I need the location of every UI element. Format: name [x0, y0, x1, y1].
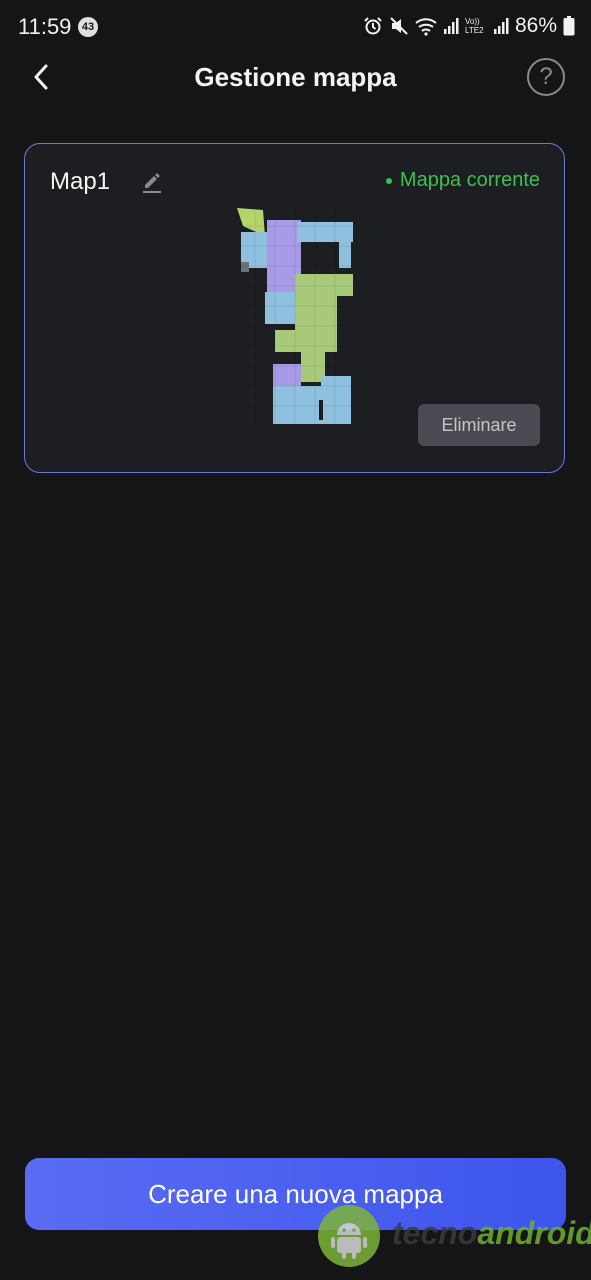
help-button[interactable]: ? — [527, 58, 565, 96]
watermark: tecnoandroid — [318, 1205, 591, 1267]
watermark-text-2: android — [477, 1215, 591, 1251]
notification-count-badge: 43 — [78, 17, 98, 37]
signal-icon — [443, 18, 459, 34]
room-blue-right-column — [339, 234, 351, 268]
battery-icon — [563, 16, 575, 36]
mute-icon — [390, 17, 408, 35]
room-green-top — [237, 208, 265, 236]
volte-label: Vo)) LTE2 — [464, 17, 484, 35]
status-bar: 11:59 43 Vo)) LTE2 86% — [0, 0, 591, 56]
map-dark-gap — [319, 400, 323, 420]
page-title: Gestione mappa — [194, 62, 397, 92]
map-name: Map1 — [50, 168, 111, 195]
alarm-icon — [364, 17, 382, 35]
watermark-text: tecnoandroid — [392, 1215, 591, 1252]
current-map-label: Mappa corrente — [399, 169, 540, 191]
room-purple-bottom — [273, 364, 301, 386]
map-card[interactable]: Map1 Mappa corrente Eliminare — [24, 143, 565, 473]
battery-percent: 86% — [514, 14, 557, 37]
room-green-corridor — [275, 330, 337, 352]
current-map-indicator: Mappa corrente — [385, 169, 540, 192]
edit-map-name-button[interactable] — [141, 170, 163, 194]
signal-icon-2 — [493, 18, 509, 34]
wifi-icon — [415, 18, 437, 36]
status-icons: Vo)) LTE2 86% — [363, 14, 575, 38]
room-blue-mid — [265, 292, 295, 324]
map-thumbnail[interactable] — [235, 206, 361, 428]
android-robot-logo-icon — [318, 1205, 380, 1267]
status-time: 11:59 — [18, 14, 72, 39]
room-blue-bottom-right — [321, 376, 351, 424]
room-gray-edge — [241, 262, 249, 272]
pencil-icon — [143, 173, 161, 193]
watermark-text-1: tecno — [392, 1215, 478, 1251]
delete-map-button[interactable]: Eliminare — [418, 404, 540, 446]
current-dot-icon — [385, 177, 392, 184]
